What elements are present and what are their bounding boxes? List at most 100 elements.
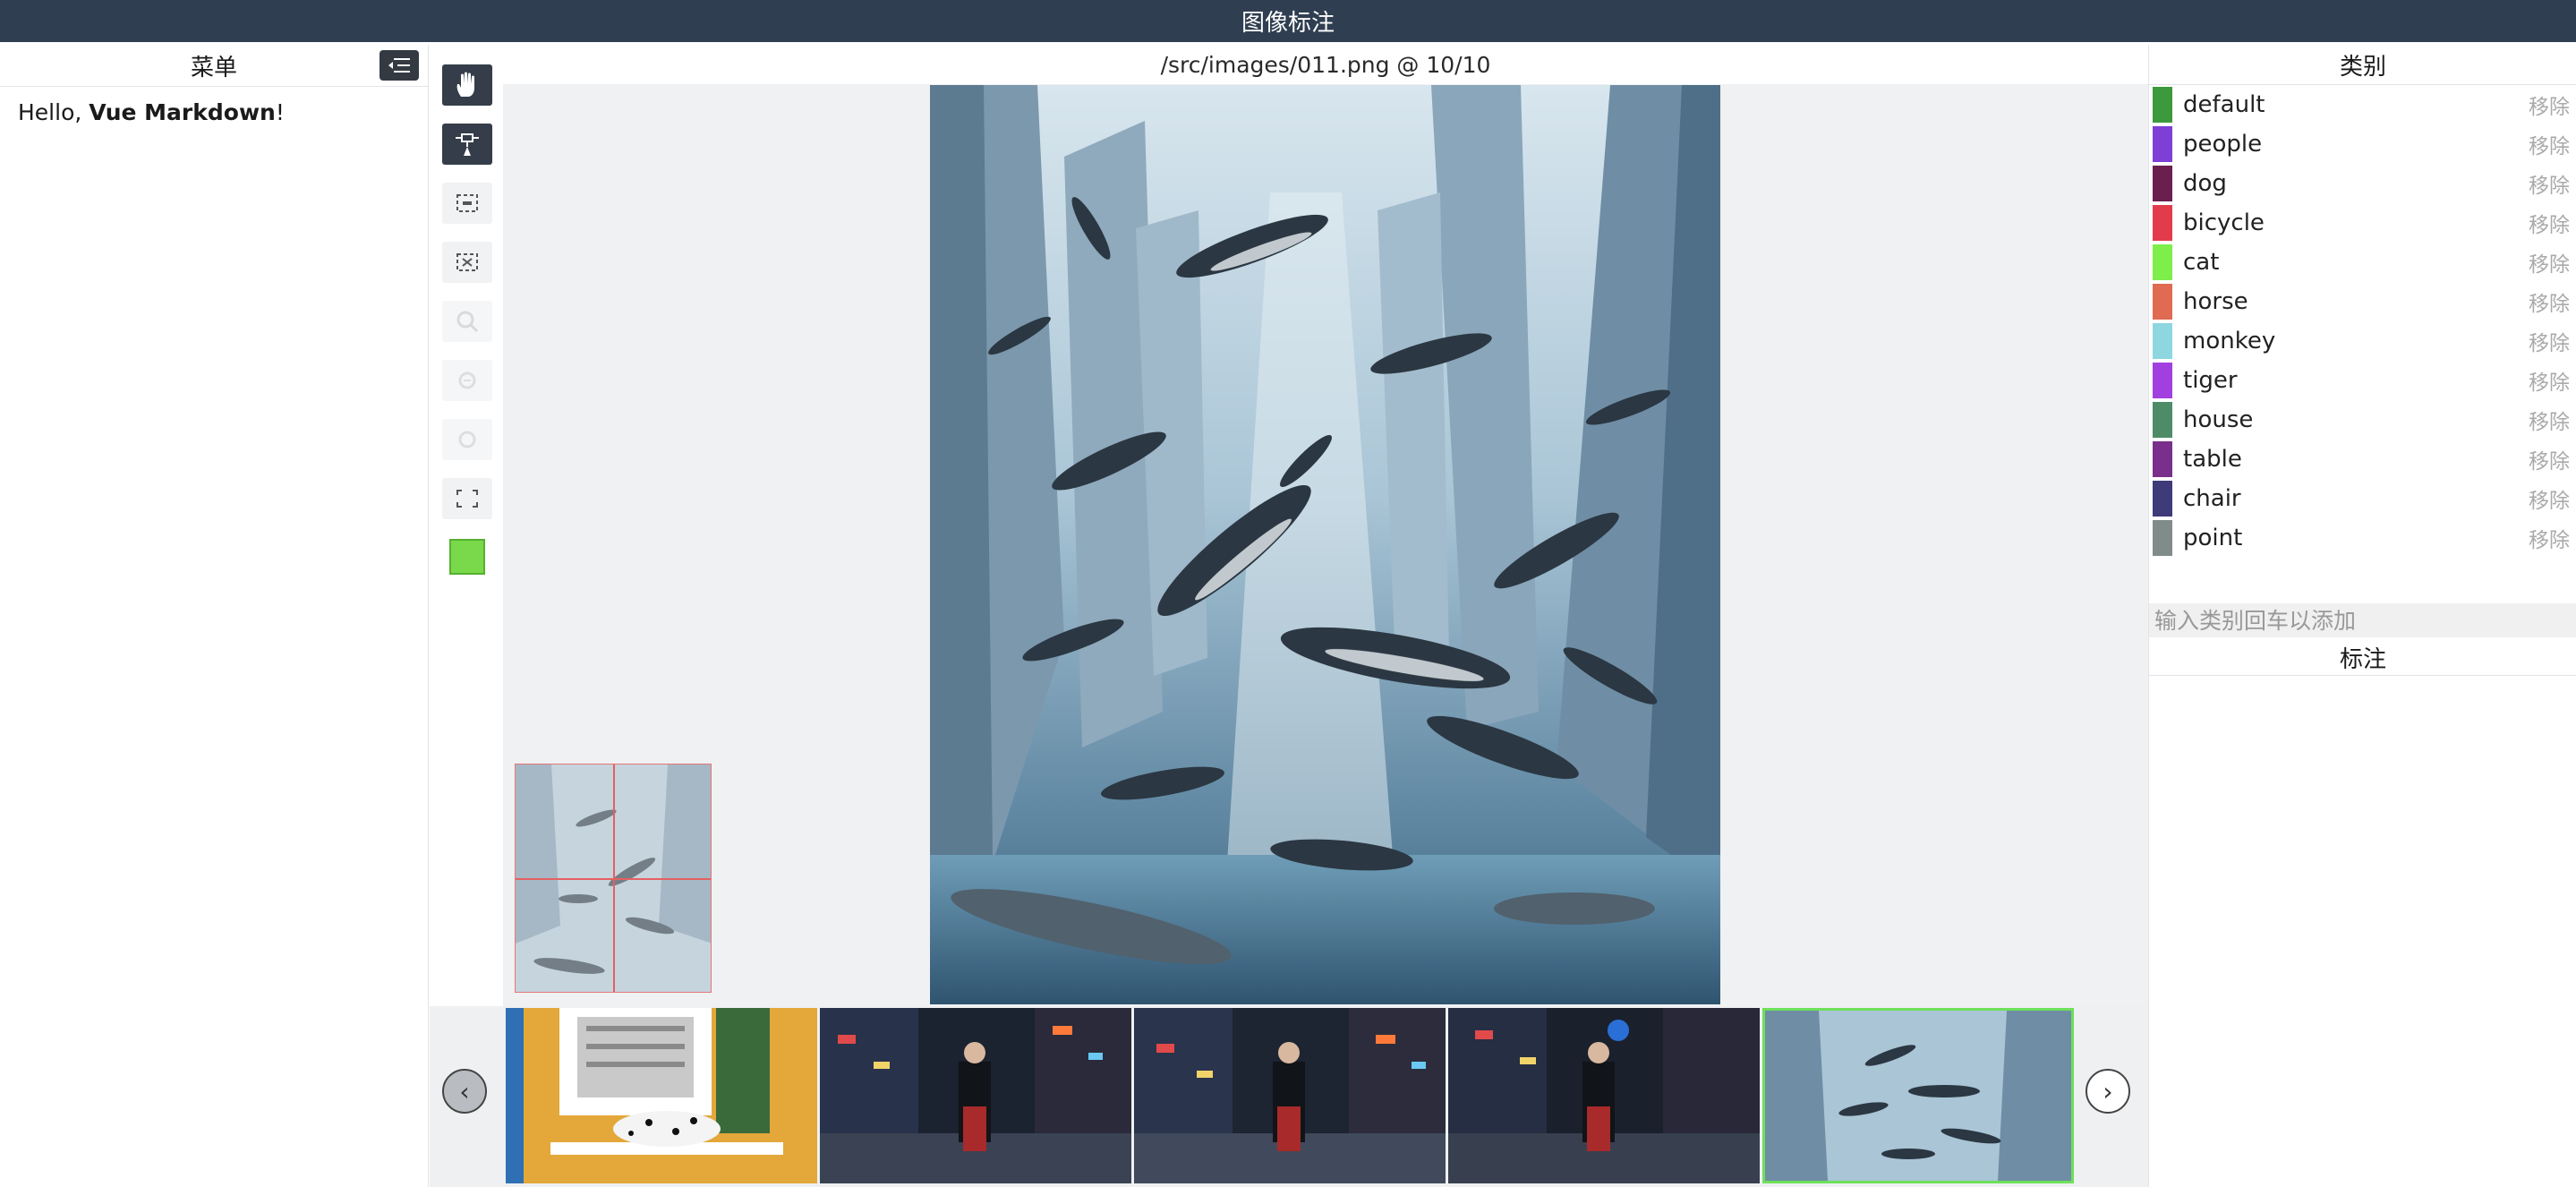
thumbnail-4[interactable]: [1448, 1008, 1760, 1183]
category-name: cat: [2183, 249, 2220, 276]
category-name: point: [2183, 525, 2243, 551]
thumbnail-2[interactable]: [820, 1008, 1131, 1183]
zoom-in-icon: [456, 311, 479, 333]
markdown-content: Hello, Vue Markdown!: [0, 87, 428, 138]
thumbnail-5-selected[interactable]: [1762, 1008, 2074, 1183]
category-item-default[interactable]: default 移除: [2149, 85, 2576, 124]
thumbnail-1[interactable]: [506, 1008, 817, 1183]
category-color-swatch: [2153, 481, 2172, 517]
menu-header: 菜单: [0, 45, 428, 87]
zoom-reset-icon: [458, 431, 476, 448]
category-name: tiger: [2183, 367, 2238, 394]
fullscreen-icon: [456, 490, 478, 508]
markdown-prefix: Hello,: [18, 99, 90, 125]
category-remove-button[interactable]: 移除: [2529, 444, 2570, 474]
category-color-swatch: [2153, 126, 2172, 162]
category-item-chair[interactable]: chair 移除: [2149, 479, 2576, 518]
left-panel: 菜单 Hello, Vue Markdown!: [0, 45, 429, 1187]
category-color-swatch: [2153, 87, 2172, 123]
category-name: bicycle: [2183, 209, 2265, 236]
shark-city-thumbnail: [1765, 1011, 2071, 1181]
category-name: dog: [2183, 170, 2227, 197]
category-color-swatch: [2153, 323, 2172, 359]
zoom-out-icon: [458, 371, 476, 389]
shark-city-image: [930, 85, 1720, 1004]
category-name: people: [2183, 131, 2263, 158]
category-item-bicycle[interactable]: bicycle 移除: [2149, 203, 2576, 243]
minimap-thumbnail: [516, 764, 711, 992]
pan-tool-button[interactable]: [442, 64, 492, 106]
menu-collapse-icon: [388, 58, 410, 73]
category-item-point[interactable]: point 移除: [2149, 518, 2576, 558]
annotation-image[interactable]: [930, 85, 1720, 1004]
category-remove-button[interactable]: 移除: [2529, 168, 2570, 199]
category-color-swatch: [2153, 284, 2172, 320]
image-workspace[interactable]: /src/images/011.png @ 10/10: [503, 45, 2148, 1006]
menu-toggle-button[interactable]: [380, 50, 419, 81]
category-name: chair: [2183, 485, 2241, 512]
dalmatian-thumbnail: [506, 1008, 817, 1183]
category-item-table[interactable]: table 移除: [2149, 440, 2576, 479]
category-item-tiger[interactable]: tiger 移除: [2149, 361, 2576, 400]
category-item-dog[interactable]: dog 移除: [2149, 164, 2576, 203]
point-tool-button[interactable]: [442, 124, 492, 165]
fullscreen-button[interactable]: [442, 478, 492, 519]
tool-bar: [430, 45, 503, 1006]
category-item-horse[interactable]: horse 移除: [2149, 282, 2576, 321]
street-woman-thumbnail: [1134, 1008, 1446, 1183]
category-color-swatch: [2153, 205, 2172, 241]
category-item-monkey[interactable]: monkey 移除: [2149, 321, 2576, 361]
next-image-button[interactable]: ›: [2086, 1069, 2130, 1114]
street-woman-thumbnail: [1448, 1008, 1760, 1183]
category-color-swatch: [2153, 244, 2172, 280]
category-color-swatch: [2153, 402, 2172, 438]
file-info: /src/images/011.png @ 10/10: [503, 45, 2148, 84]
zoom-out-button[interactable]: [442, 360, 492, 401]
right-panel: 类别 default 移除 people 移除 dog 移除 bicycle 移除 cat 移除 h…: [2148, 45, 2576, 1187]
categories-header: 类别: [2149, 45, 2576, 85]
category-color-swatch: [2153, 166, 2172, 201]
category-remove-button[interactable]: 移除: [2529, 208, 2570, 238]
street-woman-thumbnail: [820, 1008, 1131, 1183]
category-remove-button[interactable]: 移除: [2529, 247, 2570, 278]
category-color-swatch: [2153, 441, 2172, 477]
category-remove-button[interactable]: 移除: [2529, 129, 2570, 159]
current-color-swatch[interactable]: [449, 539, 485, 575]
hand-icon: [456, 72, 474, 97]
category-color-swatch: [2153, 520, 2172, 556]
category-remove-button[interactable]: 移除: [2529, 286, 2570, 317]
category-input[interactable]: [2149, 603, 2576, 637]
category-remove-button[interactable]: 移除: [2529, 405, 2570, 435]
category-remove-button[interactable]: 移除: [2529, 365, 2570, 396]
category-name: horse: [2183, 288, 2248, 315]
category-remove-button[interactable]: 移除: [2529, 483, 2570, 514]
app-title: 图像标注: [0, 0, 2576, 42]
filmstrip: ‹ ›: [430, 1006, 2148, 1187]
polygon-tool-icon: [456, 253, 478, 271]
category-name: monkey: [2183, 328, 2276, 354]
image-minimap[interactable]: [515, 764, 712, 993]
markdown-suffix: !: [275, 99, 285, 125]
category-name: default: [2183, 91, 2265, 118]
category-list: default 移除 people 移除 dog 移除 bicycle 移除 cat 移除 hors…: [2149, 85, 2576, 558]
thumbnail-3[interactable]: [1134, 1008, 1446, 1183]
category-item-people[interactable]: people 移除: [2149, 124, 2576, 164]
category-name: table: [2183, 446, 2242, 473]
category-remove-button[interactable]: 移除: [2529, 523, 2570, 553]
category-remove-button[interactable]: 移除: [2529, 326, 2570, 356]
point-tool-icon: [456, 133, 479, 156]
zoom-in-button[interactable]: [442, 301, 492, 342]
prev-image-button[interactable]: ‹: [442, 1069, 487, 1114]
category-name: house: [2183, 406, 2254, 433]
annotations-header: 标注: [2149, 639, 2576, 676]
markdown-bold: Vue Markdown: [89, 99, 276, 125]
box-tool-button[interactable]: [442, 183, 492, 224]
category-item-cat[interactable]: cat 移除: [2149, 243, 2576, 282]
zoom-reset-button[interactable]: [442, 419, 492, 460]
menu-title: 菜单: [190, 54, 237, 81]
category-item-house[interactable]: house 移除: [2149, 400, 2576, 440]
category-remove-button[interactable]: 移除: [2529, 90, 2570, 120]
polygon-tool-button[interactable]: [442, 242, 492, 283]
category-color-swatch: [2153, 363, 2172, 398]
box-tool-icon: [456, 194, 478, 212]
